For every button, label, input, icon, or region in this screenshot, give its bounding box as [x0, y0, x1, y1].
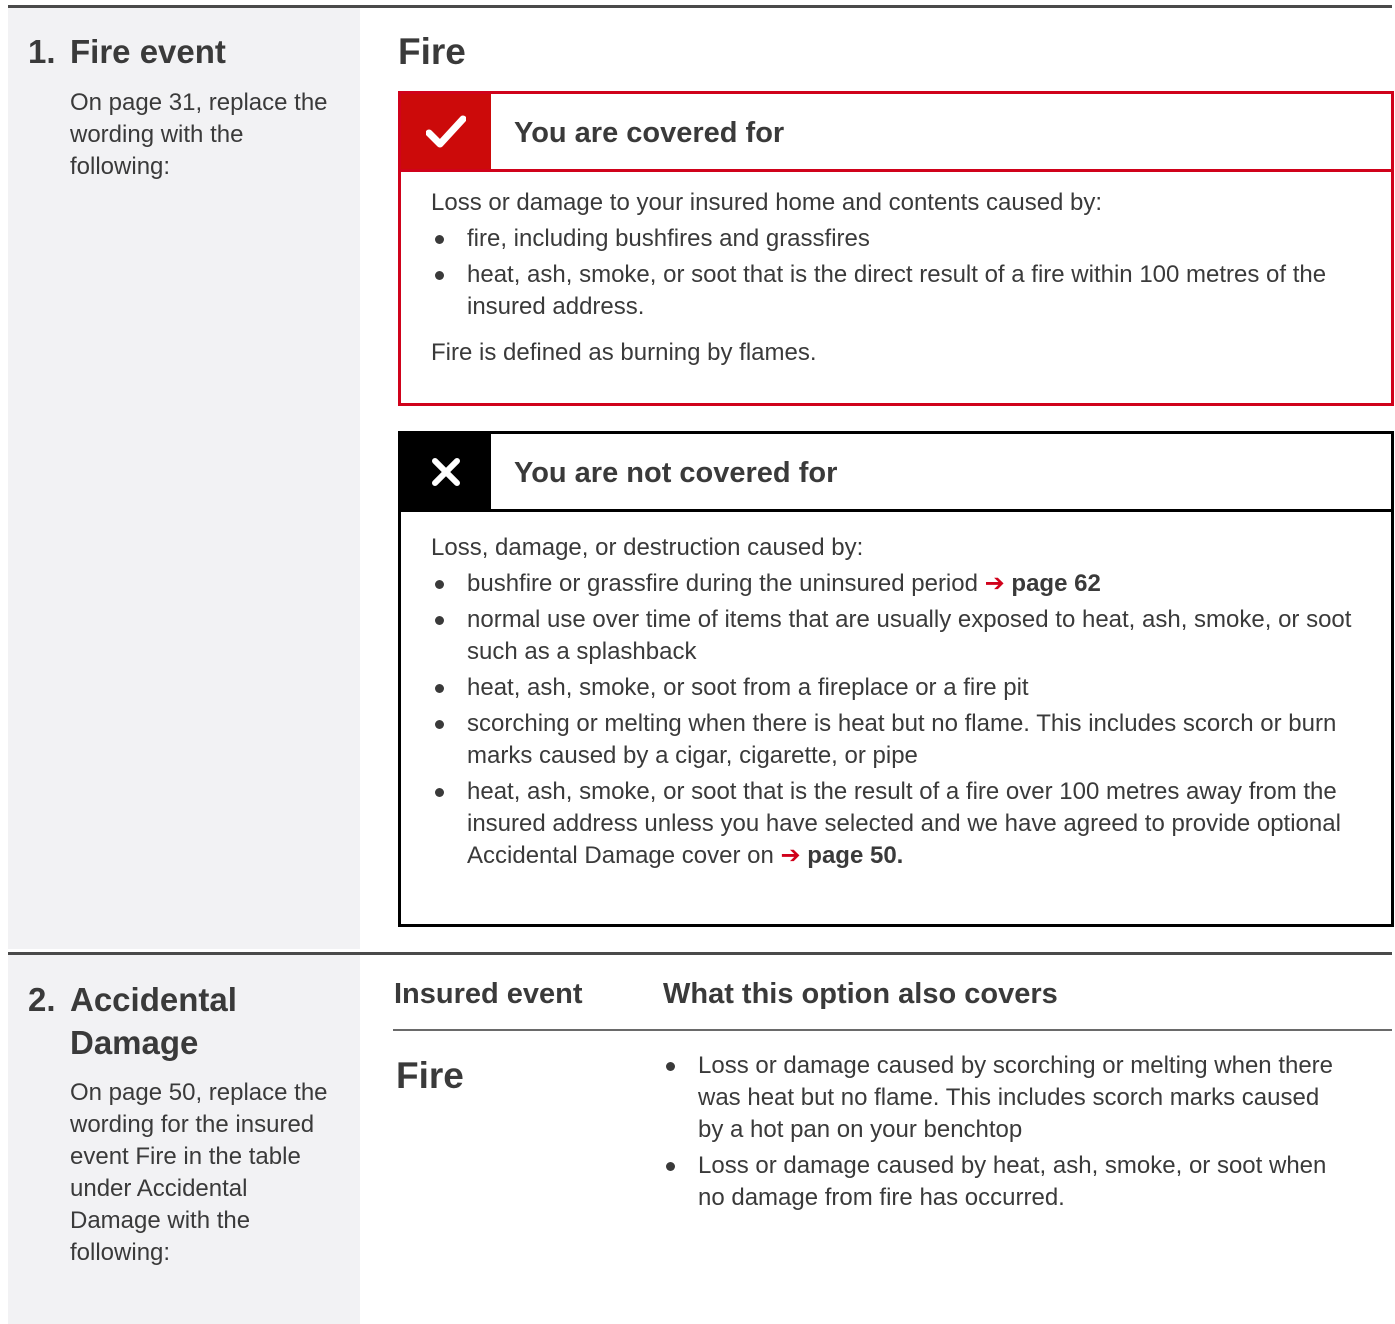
section1-number: 1.: [28, 33, 56, 70]
arrow-right-icon: ➔: [780, 842, 801, 869]
section2-title-text: Accidental Damage: [70, 981, 237, 1061]
covered-list: fire, including bushfires and grassfires…: [431, 223, 1361, 323]
fire-heading: Fire: [398, 31, 466, 72]
covered-body: Loss or damage to your insured home and …: [401, 172, 1391, 369]
list-item: fire, including bushfires and grassfires: [431, 223, 1361, 255]
section1-title-text: Fire event: [70, 33, 226, 70]
section2-title: 2. Accidental Damage: [28, 978, 328, 1064]
not-covered-header: You are not covered for: [401, 434, 1391, 512]
section2-number: 2.: [28, 981, 56, 1018]
not-covered-box: You are not covered for Loss, damage, or…: [398, 431, 1394, 927]
arrow-right-icon: ➔: [984, 570, 1005, 597]
not-covered-list: bushfire or grassfire during the uninsur…: [431, 568, 1361, 872]
list-item: bushfire or grassfire during the uninsur…: [431, 568, 1361, 600]
list-item: Loss or damage caused by scorching or me…: [662, 1050, 1342, 1146]
table-header-option-covers: What this option also covers: [663, 978, 1058, 1010]
covered-box: You are covered for Loss or damage to yo…: [398, 91, 1394, 406]
not-covered-body: Loss, damage, or destruction caused by: …: [401, 512, 1391, 872]
option-covers-list: Loss or damage caused by scorching or me…: [662, 1050, 1342, 1214]
list-item: heat, ash, smoke, or soot that is the di…: [431, 259, 1361, 323]
list-item: Loss or damage caused by heat, ash, smok…: [662, 1150, 1342, 1214]
list-item: normal use over time of items that are u…: [431, 604, 1361, 668]
section1-title: 1. Fire event: [28, 30, 328, 73]
covered-intro: Loss or damage to your insured home and …: [431, 189, 1103, 216]
page-reference: page 62: [1011, 570, 1101, 597]
section2-instruction: On page 50, replace the wording for the …: [70, 1079, 328, 1266]
table-header-insured-event: Insured event: [394, 978, 583, 1010]
list-item: scorching or melting when there is heat …: [431, 708, 1361, 772]
page-reference: page 50.: [807, 842, 904, 869]
not-covered-title: You are not covered for: [514, 457, 838, 489]
covered-header: You are covered for: [401, 94, 1391, 172]
section1-instruction: On page 31, replace the wording with the…: [70, 89, 328, 180]
list-item: heat, ash, smoke, or soot that is the re…: [431, 776, 1361, 872]
table-event-fire: Fire: [396, 1055, 464, 1096]
covered-note: Fire is defined as burning by flames.: [431, 339, 817, 366]
covered-title: You are covered for: [514, 117, 785, 149]
not-covered-intro: Loss, damage, or destruction caused by:: [431, 534, 864, 561]
checkmark-icon: [401, 94, 491, 169]
cross-icon: [401, 434, 491, 509]
table-header-rule: [393, 1029, 1392, 1031]
list-item: heat, ash, smoke, or soot from a firepla…: [431, 672, 1361, 704]
